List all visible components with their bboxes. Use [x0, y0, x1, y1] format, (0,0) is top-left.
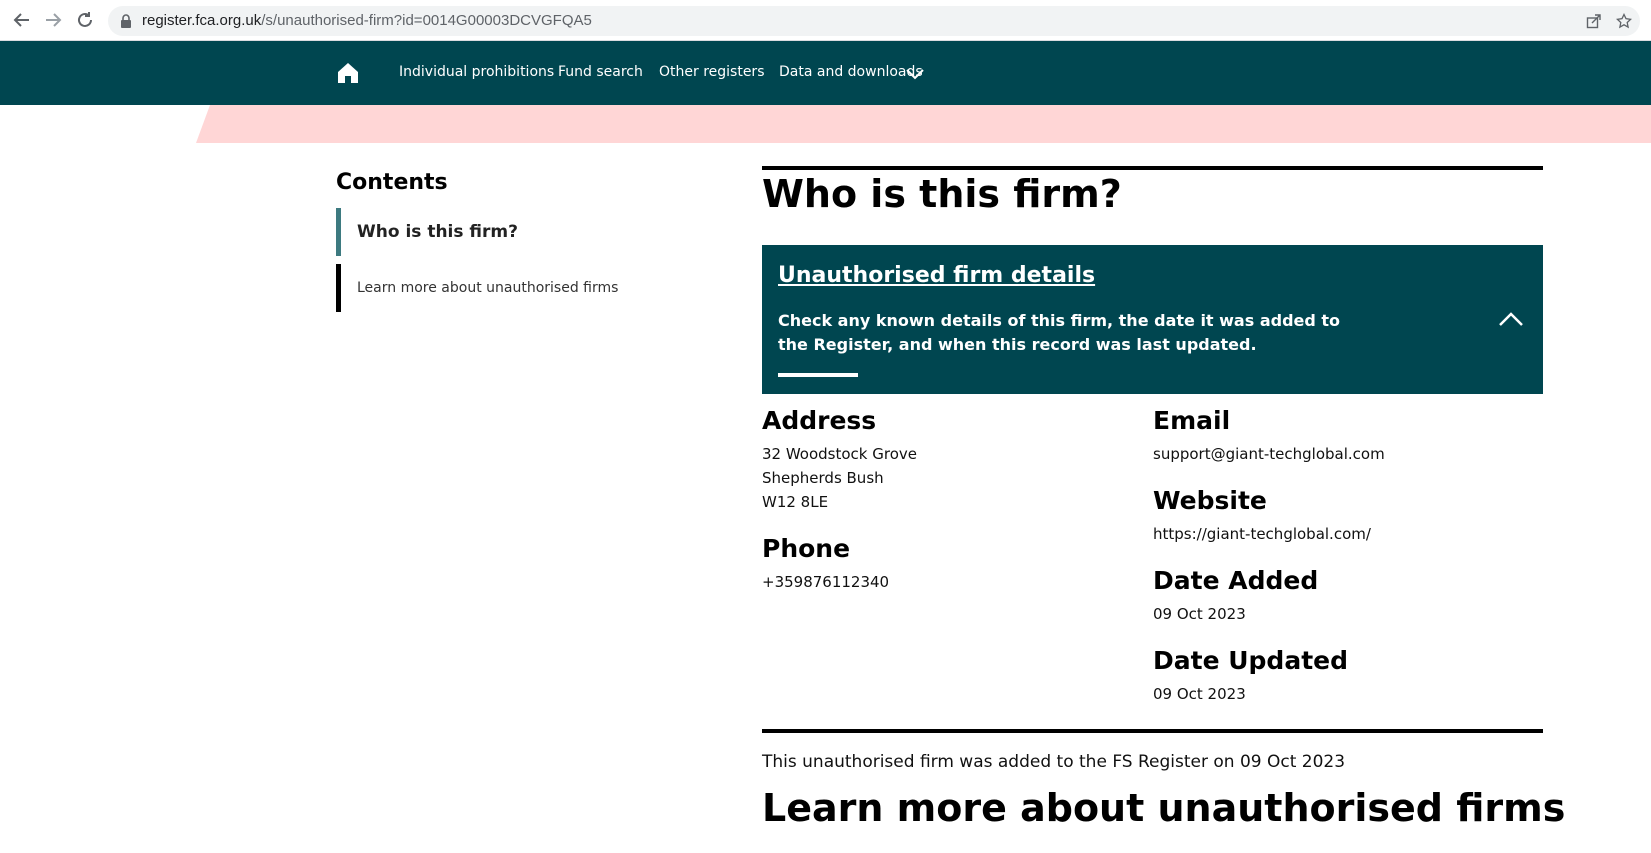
address-bar[interactable]: register.fca.org.uk/s/unauthorised-firm?…: [108, 6, 1640, 36]
phone-label: Phone: [762, 534, 851, 563]
chevron-down-icon[interactable]: [905, 67, 925, 81]
nav-data-and-downloads[interactable]: Data and downloads: [779, 64, 923, 80]
url-text: register.fca.org.uk/s/unauthorised-firm?…: [142, 12, 592, 29]
reload-icon[interactable]: [75, 10, 95, 30]
date-updated-label: Date Updated: [1153, 646, 1348, 675]
decorative-banner: [196, 105, 1651, 143]
website-value: https://giant-techglobal.com/: [1153, 525, 1371, 543]
share-icon[interactable]: [1586, 13, 1602, 29]
website-label: Website: [1153, 486, 1267, 515]
address-label: Address: [762, 406, 877, 435]
toc-item-label: Who is this firm?: [357, 222, 518, 242]
browser-toolbar: register.fca.org.uk/s/unauthorised-firm?…: [0, 0, 1651, 41]
page-title: Who is this firm?: [762, 172, 1122, 216]
date-added-label: Date Added: [1153, 566, 1319, 595]
bookmark-star-icon[interactable]: [1616, 13, 1632, 29]
lock-icon: [121, 14, 131, 28]
email-label: Email: [1153, 406, 1231, 435]
section-divider: [762, 166, 1543, 170]
panel-description: Check any known details of this firm, th…: [778, 311, 1341, 354]
panel-heading[interactable]: Unauthorised firm details: [778, 263, 1095, 288]
learn-more-heading: Learn more about unauthorised firms: [762, 786, 1566, 830]
url-path: /s/unauthorised-firm?id=0014G00003DCVGFQ…: [261, 12, 592, 29]
panel-underline: [778, 373, 858, 377]
toc-item-who-is-this-firm[interactable]: Who is this firm?: [336, 208, 676, 256]
forward-arrow-icon[interactable]: [43, 10, 63, 30]
site-navigation: Individual prohibitions Fund search Othe…: [0, 41, 1651, 105]
chevron-up-icon[interactable]: [1498, 311, 1524, 327]
url-host: register.fca.org.uk: [142, 12, 262, 29]
date-added-value: 09 Oct 2023: [1153, 605, 1246, 623]
address-line-1: 32 Woodstock Grove: [762, 445, 918, 463]
email-value: support@giant-techglobal.com: [1153, 445, 1385, 463]
address-line-2: Shepherds Bush: [762, 469, 884, 487]
date-updated-value: 09 Oct 2023: [1153, 685, 1246, 703]
contents-heading: Contents: [336, 170, 448, 195]
nav-individual-prohibitions[interactable]: Individual prohibitions: [399, 64, 554, 80]
nav-fund-search[interactable]: Fund search: [558, 64, 643, 80]
section-divider: [762, 729, 1543, 733]
toc-item-label: Learn more about unauthorised firms: [357, 280, 619, 296]
back-arrow-icon[interactable]: [12, 10, 32, 30]
added-to-register-note: This unauthorised firm was added to the …: [762, 752, 1346, 772]
nav-other-registers[interactable]: Other registers: [659, 64, 765, 80]
phone-value: +359876112340: [762, 573, 890, 591]
address-line-3: W12 8LE: [762, 493, 829, 511]
toc-item-learn-more[interactable]: Learn more about unauthorised firms: [336, 264, 676, 312]
firm-details-panel[interactable]: Unauthorised firm details Check any know…: [762, 245, 1543, 394]
home-icon[interactable]: [336, 61, 360, 85]
